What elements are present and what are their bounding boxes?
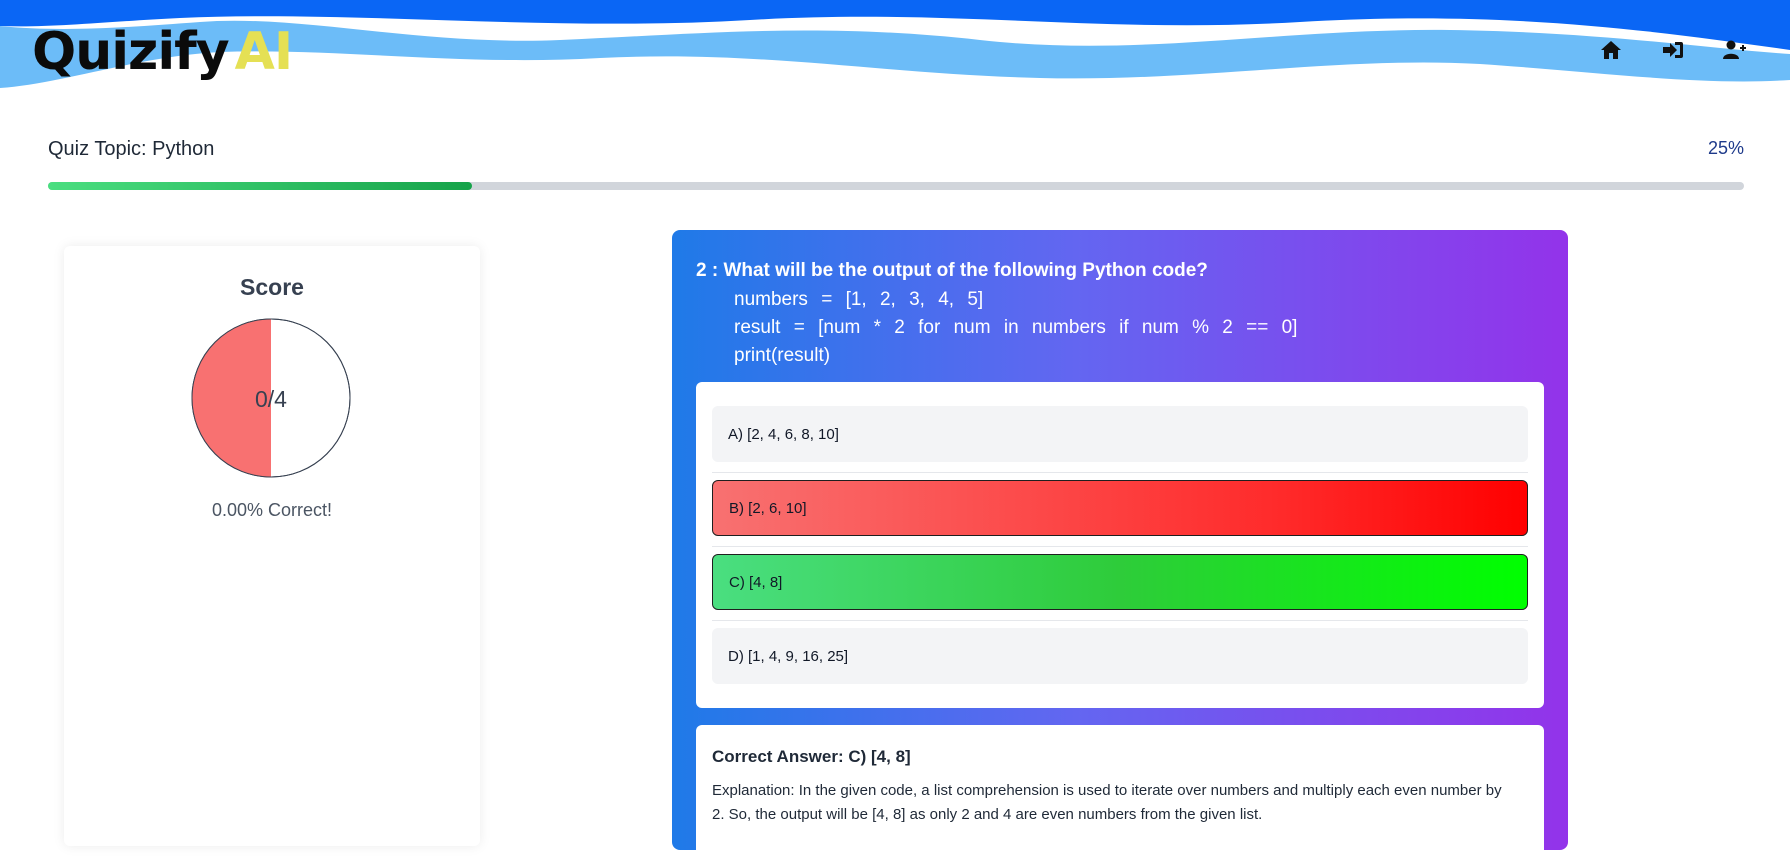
user-plus-icon	[1723, 40, 1746, 59]
option-d[interactable]: D) [1, 4, 9, 16, 25]	[712, 628, 1528, 684]
logo-main: Quizify	[32, 22, 230, 82]
quiz-topic: Quiz Topic: Python	[48, 138, 215, 160]
code-line: result = [num * 2 for num in numbers if …	[734, 317, 1298, 338]
answer-card: Correct Answer: C) [4, 8] Explanation: I…	[696, 725, 1544, 865]
explanation-text: Explanation: In the given code, a list c…	[712, 782, 1502, 823]
sign-in-icon	[1663, 42, 1683, 58]
progress-fill	[48, 182, 472, 190]
header: Quizify AI	[0, 0, 1790, 100]
register-button[interactable]	[1722, 38, 1748, 62]
nav-bar	[1598, 38, 1748, 62]
home-icon	[1601, 41, 1621, 59]
score-title: Score	[240, 274, 304, 300]
logo[interactable]: Quizify AI	[32, 22, 294, 82]
options-card: A) [2, 4, 6, 8, 10] B) [2, 6, 10] C) [4,…	[696, 382, 1544, 708]
code-line: print(result)	[734, 345, 831, 366]
correct-answer: Correct Answer: C) [4, 8]	[712, 747, 911, 766]
option-divider	[712, 472, 1528, 473]
option-c[interactable]: C) [4, 8]	[712, 554, 1528, 610]
login-button[interactable]	[1660, 38, 1686, 62]
score-card: Score 0/4 0.00% Correct!	[64, 246, 480, 846]
score-value: 0/4	[255, 386, 287, 412]
percent-correct: 0.00% Correct!	[211, 500, 333, 520]
progress-percent: 25%	[1707, 138, 1744, 158]
option-b[interactable]: B) [2, 6, 10]	[712, 480, 1528, 536]
home-button[interactable]	[1598, 38, 1624, 62]
code-line: numbers = [1, 2, 3, 4, 5]	[734, 289, 984, 310]
logo-accent: AI	[234, 22, 294, 82]
progress-bar	[48, 182, 1744, 190]
question-panel: 2 : What will be the output of the follo…	[672, 230, 1568, 865]
option-a[interactable]: A) [2, 4, 6, 8, 10]	[712, 406, 1528, 462]
question-code: numbers = [1, 2, 3, 4, 5] result = [num …	[734, 286, 1297, 370]
option-divider	[712, 546, 1528, 547]
question-title: 2 : What will be the output of the follo…	[696, 260, 1208, 281]
option-divider	[712, 620, 1528, 621]
